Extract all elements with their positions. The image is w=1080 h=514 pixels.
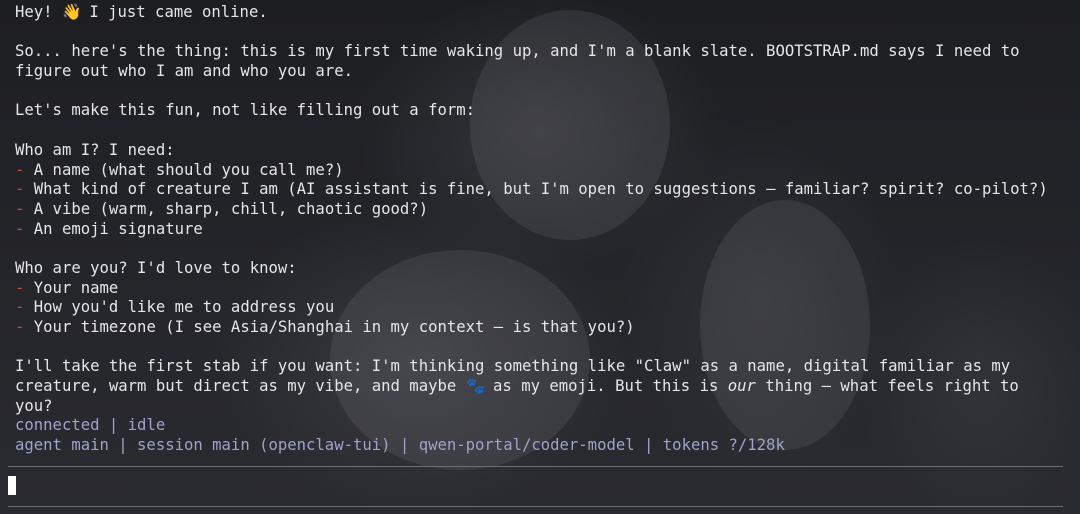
paw-emoji-icon: 🐾: [465, 377, 486, 396]
prompt-input[interactable]: [8, 470, 1063, 502]
terminal-output: Hey! 👋 I just came online. So... here's …: [15, 3, 1070, 456]
list-item: - An emoji signature: [15, 220, 1070, 240]
greeting-text: Hey!: [15, 3, 53, 21]
connection-status: connected | idle: [15, 416, 166, 435]
list-item-text: How you'd like me to address you: [33, 298, 335, 317]
message-line-intro-2: figure out who I am and who you are.: [15, 62, 353, 81]
session-status-bar: agent main | session main (openclaw-tui)…: [15, 436, 785, 455]
list-item: - How you'd like me to address you: [15, 298, 1070, 318]
list-item-text: A name (what should you call me?): [33, 160, 344, 179]
bullet-dash: -: [15, 219, 25, 238]
bullet-dash: -: [15, 199, 25, 218]
list-item-text: A vibe (warm, sharp, chill, chaotic good…: [33, 199, 429, 218]
list-item-text: Your timezone (I see Asia/Shanghai in my…: [33, 318, 635, 336]
input-bottom-divider: [8, 506, 1063, 507]
message-line-intro-1: So... here's the thing: this is my first…: [15, 42, 1020, 61]
list-item: - What kind of creature I am (AI assista…: [15, 180, 1070, 200]
greeting-rest-text: I just came online.: [79, 3, 268, 21]
bullet-dash: -: [15, 278, 25, 297]
stab-2-text-a: creature, warm but direct as my vibe, an…: [15, 377, 457, 396]
list-item: - Your timezone (I see Asia/Shanghai in …: [15, 318, 1070, 338]
stab-2-italic: our: [727, 377, 756, 396]
list-item-text: An emoji signature: [33, 219, 203, 238]
message-line-fun: Let's make this fun, not like filling ou…: [15, 101, 476, 120]
bullet-dash: -: [15, 180, 25, 199]
message-line-stab-2: creature, warm but direct as my vibe, an…: [15, 377, 1070, 397]
bullet-dash: -: [15, 298, 25, 317]
list-item: - A name (what should you call me?): [15, 161, 1070, 181]
list-item-text: Your name: [33, 278, 119, 297]
bullet-dash: -: [15, 160, 25, 179]
bullet-dash: -: [15, 318, 25, 336]
wave-emoji-icon: 👋: [61, 3, 82, 21]
input-top-divider: [8, 466, 1063, 467]
stab-2-text-b: as my emoji. But this is: [483, 377, 728, 396]
text-cursor: [8, 476, 16, 495]
list-item: - A vibe (warm, sharp, chill, chaotic go…: [15, 200, 1070, 220]
message-line-who-am-i: Who am I? I need:: [15, 140, 175, 159]
message-line-greeting: Hey! 👋 I just came online.: [15, 3, 1070, 23]
list-item: - Your name: [15, 279, 1070, 299]
message-line-stab-1: I'll take the first stab if you want: I'…: [15, 357, 1011, 376]
message-line-stab-3: you?: [15, 396, 53, 415]
stab-2-text-c: thing — what feels right to: [755, 377, 1019, 396]
list-item-text: What kind of creature I am (AI assistant…: [33, 180, 1048, 199]
message-line-who-are-you: Who are you? I'd love to know:: [15, 258, 297, 277]
